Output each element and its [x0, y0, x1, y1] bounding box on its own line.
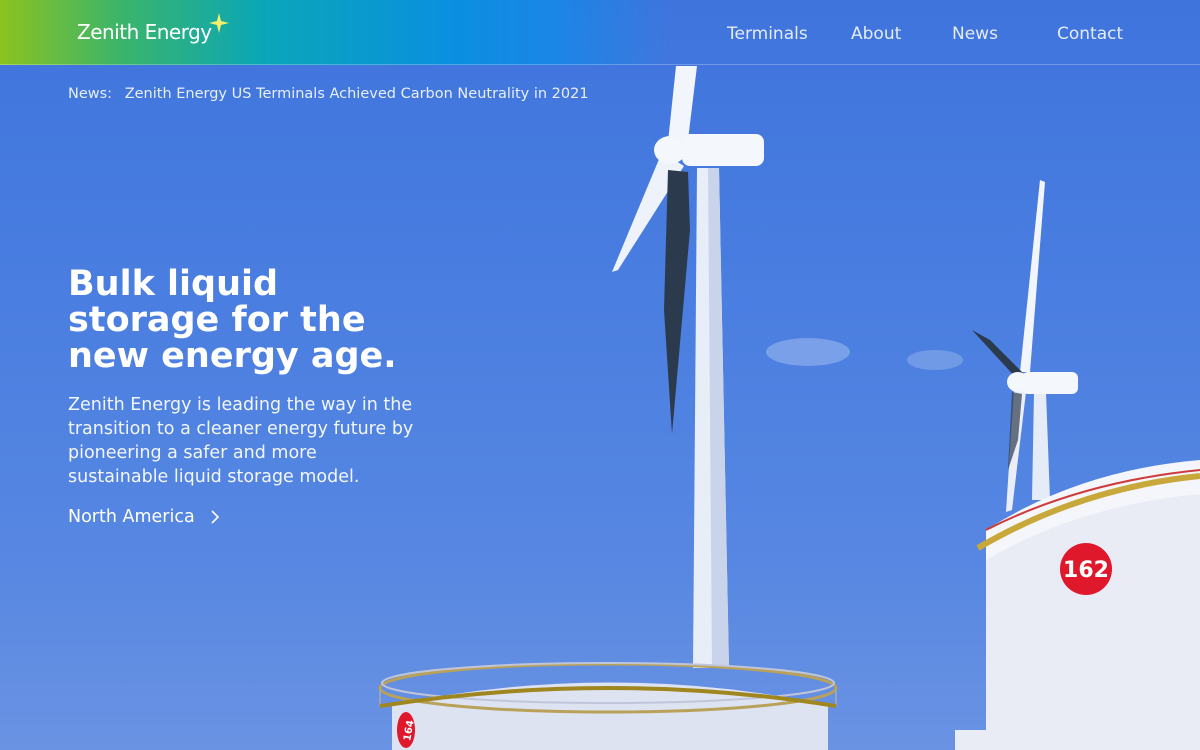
hero-title: Bulk liquid storage for the new energy a…: [68, 266, 488, 374]
cloud: [766, 338, 850, 366]
site-header: Zenith Energy Terminals About News Conta…: [0, 0, 1200, 65]
tank-number-162: 162: [1063, 558, 1109, 583]
sparkle-icon: [209, 13, 229, 33]
hero-description: Zenith Energy is leading the way in the …: [68, 393, 448, 489]
wind-turbine-large: [612, 66, 764, 668]
north-america-link-label: North America: [68, 507, 195, 527]
north-america-link[interactable]: North America: [68, 507, 220, 527]
nav-link-terminals[interactable]: Terminals: [727, 24, 808, 44]
cloud: [907, 350, 963, 370]
brand-logo[interactable]: Zenith Energy: [77, 20, 212, 44]
chevron-right-icon: [211, 510, 220, 524]
hero-description-line: sustainable liquid storage model.: [68, 467, 360, 487]
nav-link-news[interactable]: News: [952, 24, 998, 44]
hero-description-line: transition to a cleaner energy future by: [68, 419, 414, 439]
hero-title-line: storage for the: [68, 300, 366, 340]
wind-turbine-small: [972, 180, 1078, 512]
news-ticker[interactable]: News: Zenith Energy US Terminals Achieve…: [68, 86, 589, 102]
news-ticker-label: News:: [68, 86, 113, 102]
hero-title-line: new energy age.: [68, 336, 397, 376]
storage-tank-164: 164: [378, 662, 987, 750]
news-ticker-headline[interactable]: Zenith Energy US Terminals Achieved Carb…: [125, 86, 589, 102]
nav-link-contact[interactable]: Contact: [1057, 24, 1123, 44]
nav-link-about[interactable]: About: [851, 24, 901, 44]
hero-description-line: Zenith Energy is leading the way in the: [68, 395, 413, 415]
hero-title-line: Bulk liquid: [68, 264, 279, 304]
hero-description-line: pioneering a safer and more: [68, 443, 317, 463]
